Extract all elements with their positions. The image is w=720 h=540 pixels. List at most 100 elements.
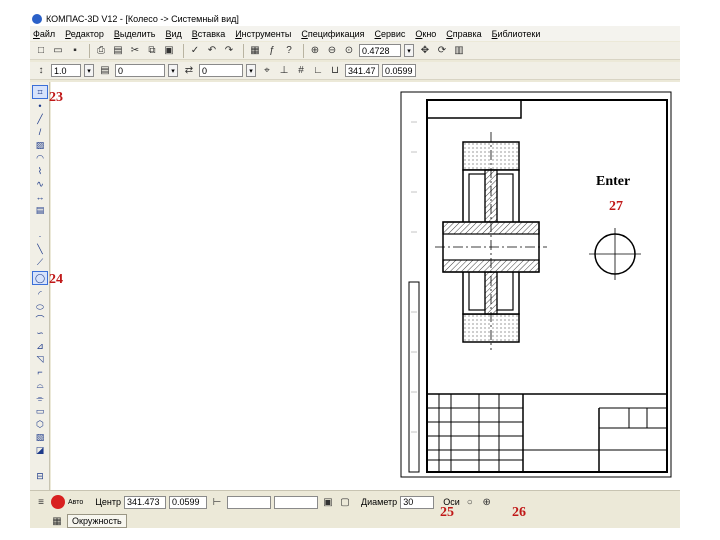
cursor-x-field[interactable]: 341.47 bbox=[345, 64, 379, 77]
panel-grip-icon[interactable]: ≡ bbox=[34, 495, 48, 509]
zoom-in-icon[interactable]: ⊕ bbox=[308, 44, 322, 58]
chevron-down-icon[interactable]: ▾ bbox=[404, 44, 414, 57]
help-pointer-icon[interactable]: ? bbox=[282, 44, 296, 58]
no-axes-icon[interactable]: ○ bbox=[463, 495, 477, 509]
stop-command-icon[interactable] bbox=[51, 495, 65, 509]
with-axes-icon[interactable]: ⊕ bbox=[480, 495, 494, 509]
zoom-out-icon[interactable]: ⊖ bbox=[325, 44, 339, 58]
notation-icon[interactable]: ▤ bbox=[33, 204, 47, 216]
variables-icon[interactable]: ƒ bbox=[265, 44, 279, 58]
panel-icon[interactable]: ▦ bbox=[50, 514, 64, 528]
dimensions-icon[interactable]: ↔ bbox=[33, 191, 47, 203]
hatch-icon[interactable]: ▨ bbox=[33, 139, 47, 151]
auxiliary-line-icon[interactable]: ╱ bbox=[33, 113, 47, 125]
snap-icon[interactable]: ⌖ bbox=[260, 64, 274, 78]
grid-icon[interactable]: # bbox=[294, 64, 308, 78]
hatching-tool-icon[interactable]: ▧ bbox=[33, 431, 47, 443]
layer-field[interactable]: 0 bbox=[115, 64, 165, 77]
contour-tool-icon[interactable]: ⌐ bbox=[33, 366, 47, 378]
cursor-step-field[interactable]: 1.0 bbox=[51, 64, 81, 77]
menu-service[interactable]: Сервис bbox=[375, 29, 406, 39]
rectangle-tool-icon[interactable]: ▭ bbox=[33, 405, 47, 417]
toolbar-separator bbox=[303, 43, 304, 58]
chevron-down-icon[interactable]: ▾ bbox=[84, 64, 94, 77]
layer-icon: ▤ bbox=[100, 65, 110, 76]
cut-icon[interactable]: ✂ bbox=[128, 44, 142, 58]
menu-editor[interactable]: Редактор bbox=[65, 29, 104, 39]
copy-icon[interactable]: ⧉ bbox=[145, 44, 159, 58]
local-cs-icon[interactable]: ∟ bbox=[311, 64, 325, 78]
point-tool-icon[interactable]: · bbox=[33, 230, 47, 242]
polyline-tool-icon[interactable]: ⊿ bbox=[33, 340, 47, 352]
fillet-tool-icon[interactable]: ⌒ bbox=[33, 314, 47, 326]
ellipse-tool-icon[interactable]: ⬭ bbox=[33, 301, 47, 313]
toolbar-separator bbox=[243, 43, 244, 58]
auto-create-button[interactable]: Авто bbox=[68, 499, 83, 506]
radius-toggle-icon[interactable]: ▢ bbox=[338, 495, 352, 509]
equidistant-tool-icon[interactable]: ⌓ bbox=[33, 379, 47, 391]
menu-help[interactable]: Справка bbox=[446, 29, 481, 39]
pan-icon[interactable]: ✥ bbox=[418, 44, 432, 58]
properties-icon[interactable]: ✓ bbox=[188, 44, 202, 58]
undo-icon[interactable]: ↶ bbox=[205, 44, 219, 58]
print-icon[interactable]: ⎙ bbox=[94, 44, 108, 58]
paste-icon[interactable]: ▣ bbox=[162, 44, 176, 58]
tab-circle[interactable]: Окружность bbox=[67, 514, 127, 528]
layers-icon[interactable]: ▥ bbox=[452, 44, 466, 58]
fill-tool-icon[interactable]: ◪ bbox=[33, 444, 47, 456]
callout-25: 25 bbox=[440, 505, 454, 520]
menu-file[interactable]: Файл bbox=[33, 29, 55, 39]
save-icon[interactable]: ▪ bbox=[68, 44, 82, 58]
chamfer-tool-icon[interactable]: ◹ bbox=[33, 353, 47, 365]
refresh-icon[interactable]: ⟳ bbox=[435, 44, 449, 58]
cursor-step-icon: ↕ bbox=[38, 65, 44, 76]
stop-tool-icon[interactable]: ⊟ bbox=[33, 470, 47, 482]
point-icon[interactable]: • bbox=[33, 100, 47, 112]
new-document-icon[interactable]: □ bbox=[34, 44, 48, 58]
menu-tools[interactable]: Инструменты bbox=[235, 29, 291, 39]
collection-tool-icon[interactable]: ⌯ bbox=[33, 392, 47, 404]
standard-toolbar: □ ▭ ▪ ⎙ ▤ ✂ ⧉ ▣ ✓ ↶ ↷ ▦ ƒ ? ⊕ ⊖ ⊙ 0.4728… bbox=[30, 42, 680, 60]
center-x-field[interactable]: 341.473 bbox=[124, 495, 167, 509]
line-tool-icon[interactable]: ╲ bbox=[33, 243, 47, 255]
lock-icon[interactable]: ⊢ bbox=[210, 495, 224, 509]
menu-specification[interactable]: Спецификация bbox=[301, 29, 364, 39]
print-preview-icon[interactable]: ▤ bbox=[111, 44, 125, 58]
zoom-scale-field[interactable]: 0.4728 bbox=[359, 44, 401, 57]
spline-tool-icon[interactable]: ∽ bbox=[33, 327, 47, 339]
geometry-panel-icon[interactable]: ⌗ bbox=[32, 85, 48, 99]
diameter-field[interactable]: 30 bbox=[400, 495, 435, 509]
line-two-points-icon[interactable]: ⟋ bbox=[33, 256, 47, 268]
open-folder-icon[interactable]: ▭ bbox=[51, 44, 65, 58]
title-bar: КОМПАС-3D V12 - [Колесо -> Системный вид… bbox=[30, 12, 680, 26]
arc-tool-icon[interactable]: ◜ bbox=[33, 288, 47, 300]
segment-icon[interactable]: / bbox=[33, 126, 47, 138]
point-field[interactable] bbox=[227, 495, 272, 509]
property-panel: ≡ Авто Центр 341.473 0.0599 ⊢ ▣ ▢ Диамет… bbox=[30, 490, 680, 528]
chevron-down-icon[interactable]: ▾ bbox=[246, 64, 256, 77]
circle-tool-icon[interactable]: ◯ bbox=[32, 271, 48, 285]
drawing-area[interactable] bbox=[51, 82, 680, 492]
manager-icon[interactable]: ▦ bbox=[248, 44, 262, 58]
zoom-all-icon[interactable]: ⊙ bbox=[342, 44, 356, 58]
menu-libraries[interactable]: Библиотеки bbox=[492, 29, 541, 39]
cursor-y-field[interactable]: 0.0599 bbox=[382, 64, 416, 77]
menu-insert[interactable]: Вставка bbox=[192, 29, 225, 39]
menu-window[interactable]: Окно bbox=[415, 29, 436, 39]
chevron-down-icon[interactable]: ▾ bbox=[168, 64, 178, 77]
ortho-icon[interactable]: ⊥ bbox=[277, 64, 291, 78]
polygon-tool-icon[interactable]: ⬡ bbox=[33, 418, 47, 430]
redo-icon[interactable]: ↷ bbox=[222, 44, 236, 58]
round-icon[interactable]: ⊔ bbox=[328, 64, 342, 78]
spline-icon[interactable]: ∿ bbox=[33, 178, 47, 190]
center-y-field[interactable]: 0.0599 bbox=[169, 495, 208, 509]
fix-diameter-icon[interactable]: ▣ bbox=[321, 495, 335, 509]
polyline-icon[interactable]: ⌇ bbox=[33, 165, 47, 177]
menu-view[interactable]: Вид bbox=[165, 29, 181, 39]
drawing-sheet[interactable] bbox=[51, 82, 680, 492]
arc-icon[interactable]: ◠ bbox=[33, 152, 47, 164]
radius-field[interactable] bbox=[274, 495, 319, 509]
style-field[interactable]: 0 bbox=[199, 64, 243, 77]
menu-select[interactable]: Выделить bbox=[114, 29, 156, 39]
compact-panel: ⌗ • ╱ / ▨ ◠ ⌇ ∿ ↔ ▤ · ╲ ⟋ ◯ ◜ ⬭ ⌒ ∽ ⊿ ◹ … bbox=[30, 82, 50, 502]
